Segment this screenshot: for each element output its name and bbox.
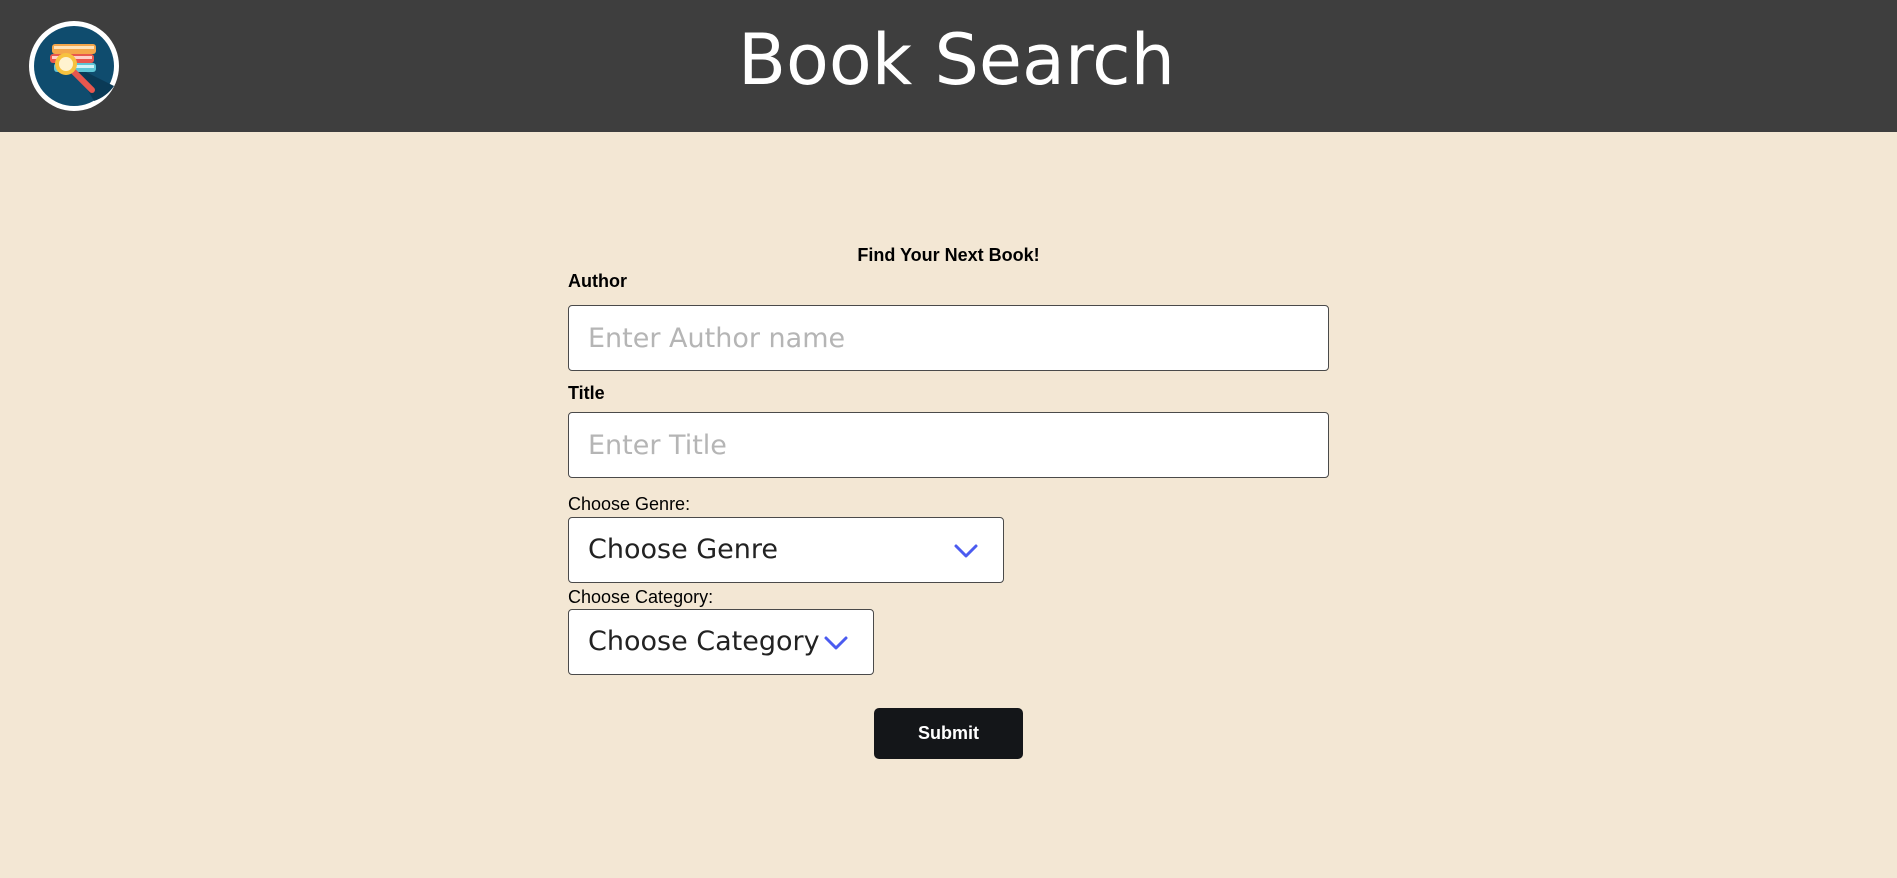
app-header: Book Search	[0, 0, 1897, 132]
chevron-down-icon	[954, 544, 978, 558]
genre-selected-value: Choose Genre	[588, 534, 779, 565]
category-label: Choose Category:	[568, 587, 714, 607]
author-label: Author	[568, 271, 627, 291]
author-input[interactable]	[568, 305, 1329, 371]
category-select[interactable]: Choose Category	[568, 609, 874, 675]
chevron-down-icon	[824, 636, 848, 650]
genre-select[interactable]: Choose Genre	[568, 517, 1004, 583]
genre-label: Choose Genre:	[568, 494, 691, 514]
title-label: Title	[568, 383, 605, 403]
title-input[interactable]	[568, 412, 1329, 478]
form-heading: Find Your Next Book!	[857, 245, 1040, 265]
submit-button[interactable]: Submit	[874, 708, 1023, 759]
category-selected-value: Choose Category	[588, 626, 820, 657]
page-title: Book Search	[738, 19, 1175, 101]
